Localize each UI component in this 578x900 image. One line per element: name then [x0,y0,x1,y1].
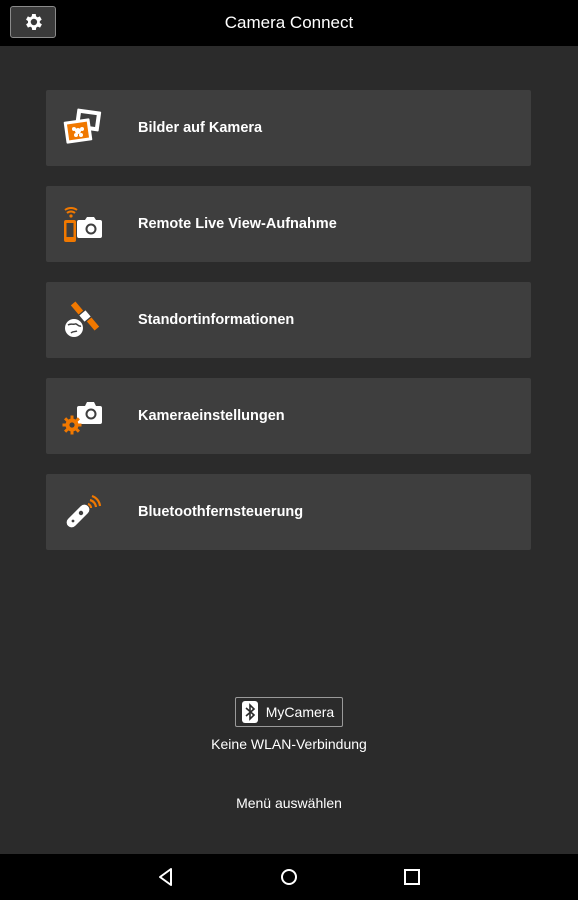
wlan-status-text: Keine WLAN-Verbindung [211,736,367,752]
menu-item-images-on-camera[interactable]: Bilder auf Kamera [46,90,531,166]
app-root: Camera Connect Bilder auf Kamera Remote … [0,0,578,900]
connection-status: MyCamera Keine WLAN-Verbindung [0,697,578,752]
satellite-location-icon [65,301,100,337]
home-icon[interactable] [278,866,300,888]
top-bar: Camera Connect [0,0,578,46]
bluetooth-icon [241,701,258,723]
menu-item-location-info[interactable]: Standortinformationen [46,282,531,358]
app-title: Camera Connect [224,13,354,32]
settings-button[interactable] [10,6,56,38]
camera-name: MyCamera [265,704,335,720]
recents-icon[interactable] [401,866,423,888]
menu-hint-text: Menü auswählen [236,795,342,811]
menu-item-label: Remote Live View-Aufnahme [138,216,337,232]
remote-shooting-icon [64,207,102,242]
system-nav-bar [0,854,578,900]
menu-item-label: Kameraeinstellungen [138,408,285,424]
menu-item-label: Standortinformationen [138,312,295,328]
menu-item-camera-settings[interactable]: Kameraeinstellungen [46,378,531,454]
menu-item-remote-live-view[interactable]: Remote Live View-Aufnahme [46,186,531,262]
menu-item-bluetooth-remote[interactable]: Bluetoothfernsteuerung [46,474,531,550]
menu-item-label: Bluetoothfernsteuerung [138,504,304,520]
back-icon[interactable] [155,866,177,888]
camera-connection-badge[interactable]: MyCamera [234,697,344,727]
bluetooth-remote-icon [66,494,102,528]
photos-icon [63,108,102,144]
menu-item-label: Bilder auf Kamera [138,120,263,136]
camera-settings-icon [62,402,102,435]
gear-icon [26,14,42,30]
main-menu: Bilder auf Kamera Remote Live View-Aufna… [46,90,531,570]
